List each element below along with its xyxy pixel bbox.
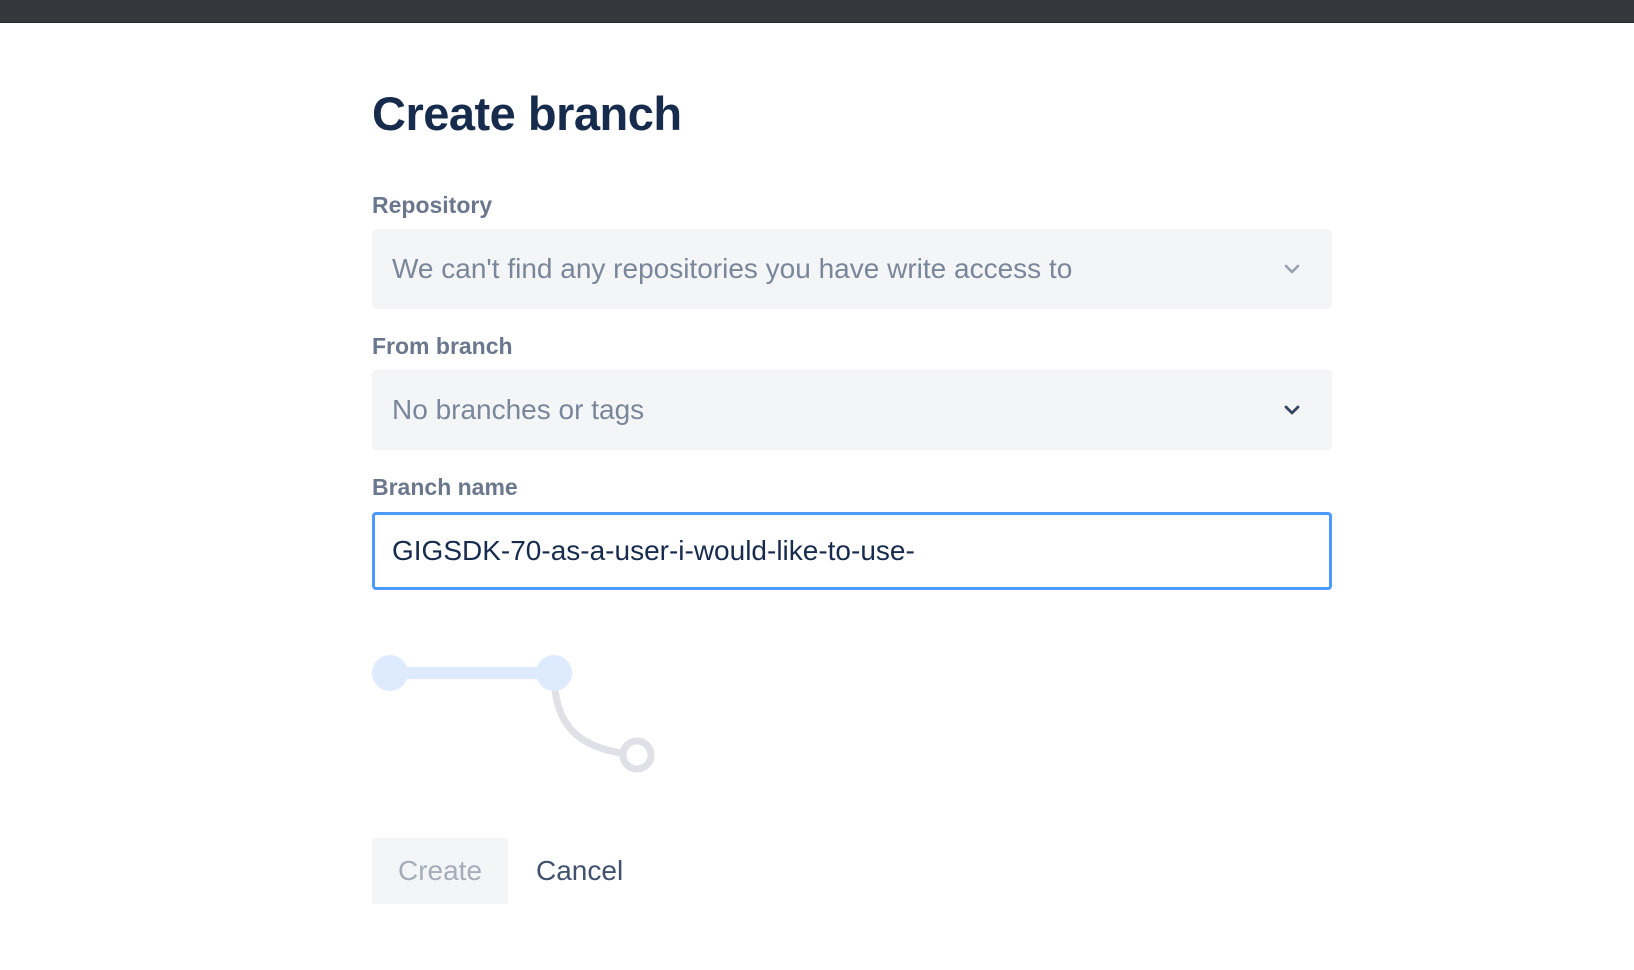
branch-name-label: Branch name (372, 474, 518, 500)
repository-select-value: We can't find any repositories you have … (392, 253, 1073, 284)
cancel-button[interactable]: Cancel (524, 838, 635, 904)
branch-start-node (372, 655, 408, 691)
from-branch-select-value: No branches or tags (392, 394, 645, 425)
from-branch-select[interactable]: No branches or tags (372, 370, 1332, 450)
create-button[interactable]: Create (372, 838, 508, 904)
branch-fork-node (536, 655, 572, 691)
page-title: Create branch (372, 87, 682, 140)
branch-illustration (372, 655, 655, 773)
branch-end-node (619, 737, 655, 773)
repository-select[interactable]: We can't find any repositories you have … (372, 229, 1332, 309)
browser-top-bar (0, 0, 1634, 23)
repository-label: Repository (372, 192, 493, 218)
branch-name-input[interactable] (372, 512, 1332, 590)
from-branch-label: From branch (372, 333, 513, 359)
chevron-down-icon (1284, 264, 1300, 274)
chevron-down-icon (1284, 405, 1300, 415)
